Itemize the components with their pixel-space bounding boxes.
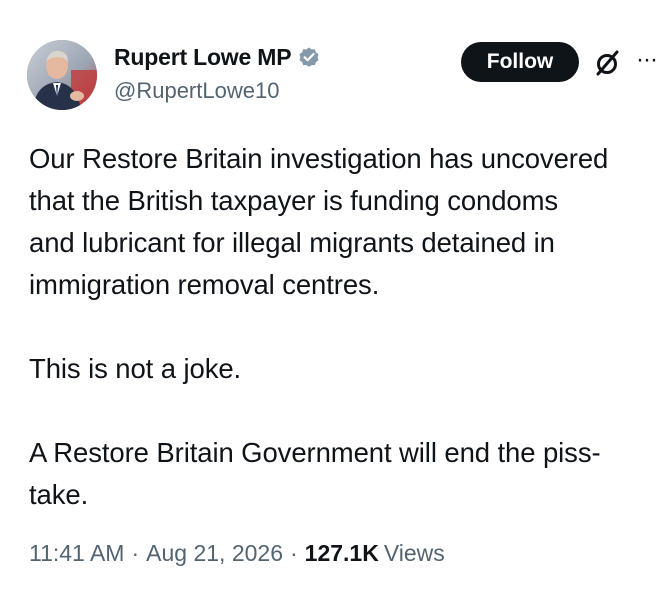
avatar-photo: [27, 40, 97, 110]
author-name-row: Rupert Lowe MP: [114, 42, 321, 72]
avatar[interactable]: [27, 40, 97, 110]
tweet-text: Our Restore Britain investigation has un…: [29, 143, 609, 510]
author-info: Rupert Lowe MP @RupertLowe10: [114, 42, 321, 104]
meta-separator: ·: [290, 540, 298, 566]
meta-separator: ·: [131, 540, 140, 566]
follow-button[interactable]: Follow: [461, 42, 579, 82]
tweet-time[interactable]: 11:41 AM: [29, 540, 124, 567]
author-handle[interactable]: @RupertLowe10: [114, 78, 321, 104]
views-count[interactable]: 127.1K: [305, 540, 379, 567]
tweet: Rupert Lowe MP @RupertLowe10 Follow ··· …: [0, 0, 663, 600]
tweet-meta: 11:41 AM · Aug 21, 2026 · 127.1K Views: [29, 540, 445, 567]
verified-badge-icon[interactable]: [297, 45, 321, 69]
tweet-date[interactable]: Aug 21, 2026: [146, 540, 283, 567]
grok-icon[interactable]: [591, 47, 623, 79]
more-icon[interactable]: ···: [636, 48, 663, 76]
views-label: Views: [383, 540, 445, 566]
author-display-name[interactable]: Rupert Lowe MP: [114, 44, 292, 71]
